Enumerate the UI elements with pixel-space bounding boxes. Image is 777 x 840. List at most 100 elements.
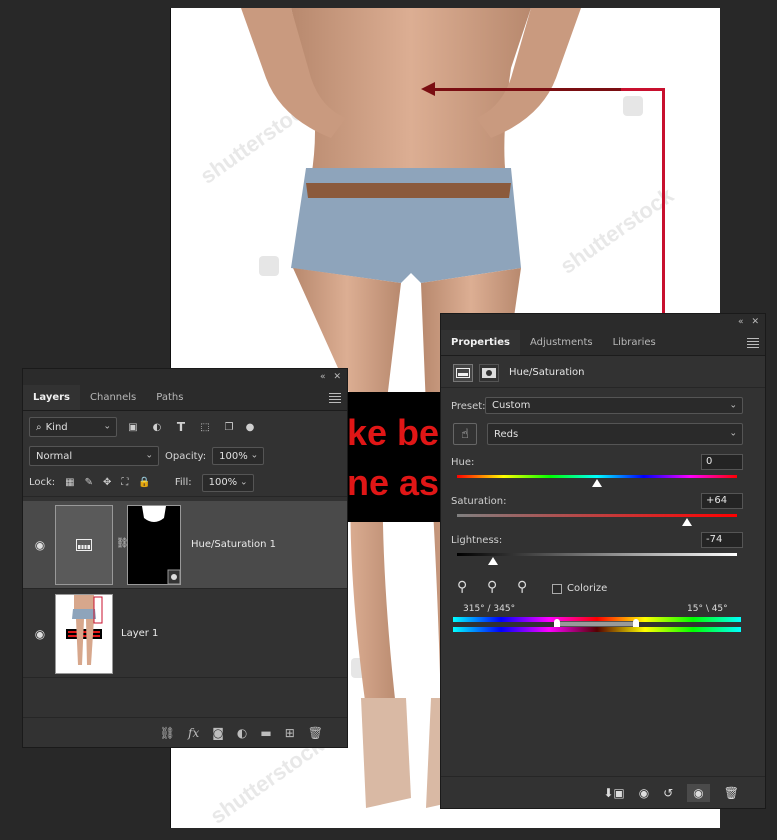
saturation-slider-thumb[interactable] [681, 518, 692, 526]
preset-value: Custom [492, 400, 531, 411]
lightness-value-field[interactable]: -74 [701, 532, 743, 548]
layer-row-hue-saturation[interactable]: ◉ ⛓ Hue/Saturation 1 [23, 501, 347, 589]
eye-icon[interactable]: ◉ [31, 627, 49, 641]
layer-thumbnail[interactable] [55, 594, 113, 674]
hue-saturation-icon [76, 539, 92, 551]
layer-name[interactable]: Layer 1 [121, 628, 158, 639]
eyedropper-icon[interactable]: ⚲ [457, 579, 467, 595]
eye-icon[interactable]: ◉ [31, 538, 49, 552]
range-handle-right[interactable] [633, 619, 639, 627]
lock-transparency-icon[interactable]: ▦ [65, 477, 74, 488]
range-left-value: 315° / 345° [463, 604, 516, 614]
mask-icon[interactable]: ◙ [212, 726, 224, 740]
chevron-down-icon: ⌄ [240, 477, 248, 487]
range-right-value: 15° \ 45° [687, 604, 728, 614]
tab-properties[interactable]: Properties [441, 330, 520, 355]
view-previous-icon[interactable]: ◉ [639, 786, 649, 800]
hue-slider-track[interactable] [457, 475, 737, 478]
lightness-slider-track[interactable] [457, 553, 737, 556]
filter-pixel-icon[interactable]: ▣ [125, 422, 141, 433]
close-icon[interactable]: ✕ [333, 372, 341, 382]
filter-shape-icon[interactable]: ⬚ [197, 422, 213, 433]
chevron-down-icon: ⌄ [103, 421, 111, 432]
lightness-slider-thumb[interactable] [488, 557, 499, 565]
mask-properties-icon[interactable] [479, 363, 499, 382]
lock-label: Lock: [29, 477, 56, 488]
folder-icon[interactable]: ▬ [260, 726, 271, 740]
tab-adjustments[interactable]: Adjustments [520, 330, 603, 355]
visibility-icon[interactable]: ◉ [687, 783, 710, 802]
filter-adjustment-icon[interactable]: ◐ [149, 422, 165, 433]
blend-mode-value: Normal [36, 450, 73, 462]
channel-dropdown[interactable]: Reds ⌄ [487, 423, 743, 445]
properties-panel: « ✕ Properties Adjustments Libraries Hue… [440, 313, 766, 809]
chevron-down-icon: ⌄ [729, 400, 737, 410]
opacity-field[interactable]: 100% ⌄ [212, 447, 265, 465]
filter-toggle-icon[interactable]: ● [245, 422, 255, 433]
new-layer-icon[interactable]: ⊞ [285, 726, 295, 740]
lock-brush-icon[interactable]: ✎ [85, 477, 93, 488]
tab-layers[interactable]: Layers [23, 385, 80, 410]
lock-position-icon[interactable]: ✥ [103, 477, 111, 488]
red-annotation-box [619, 88, 665, 328]
saturation-label: Saturation: [451, 496, 507, 507]
hue-slider-thumb[interactable] [592, 479, 602, 487]
eyedropper-add-icon[interactable]: ⚲ [487, 579, 497, 595]
properties-tabs: Properties Adjustments Libraries [441, 330, 765, 356]
mask-shape [142, 506, 181, 585]
color-bar-output [453, 627, 741, 632]
adjustment-type-icon[interactable] [453, 363, 473, 382]
lightness-label: Lightness: [451, 535, 503, 546]
lock-all-icon[interactable]: 🔒 [138, 477, 150, 488]
tab-channels[interactable]: Channels [80, 385, 146, 410]
panel-menu-icon[interactable] [329, 392, 341, 403]
layers-footer: ⛓ fx ◙ ◐ ▬ ⊞ 🗑 [23, 717, 347, 747]
colorize-checkbox[interactable] [552, 584, 562, 594]
banner-text-line1: ke be [347, 412, 440, 453]
collapse-icon[interactable]: « [320, 372, 326, 382]
filter-smart-object-icon[interactable]: ❐ [221, 422, 237, 433]
reset-icon[interactable]: ↺ [663, 786, 673, 800]
hue-value-field[interactable]: 0 [701, 454, 743, 470]
preset-dropdown[interactable]: Custom ⌄ [485, 397, 743, 414]
adjustment-thumbnail[interactable] [55, 505, 113, 585]
channel-value: Reds [494, 428, 519, 440]
filter-kind-value: Kind [45, 421, 68, 433]
panel-header: « ✕ [23, 369, 347, 385]
filter-type-icon[interactable]: T [173, 420, 189, 434]
adjustment-icon[interactable]: ◐ [237, 726, 247, 740]
panel-header: « ✕ [441, 314, 765, 330]
link-icon[interactable]: ⛓ [160, 726, 175, 740]
panel-menu-icon[interactable] [747, 337, 759, 348]
collapse-icon[interactable]: « [738, 317, 744, 327]
fill-label: Fill: [174, 477, 192, 488]
layer-name[interactable]: Hue/Saturation 1 [191, 539, 276, 550]
blend-mode-dropdown[interactable]: Normal ⌄ [29, 446, 159, 466]
lock-artboard-icon[interactable]: ⛶ [121, 477, 128, 488]
filter-kind-dropdown[interactable]: ⌕ Kind ⌄ [29, 417, 117, 437]
text-banner: ke be ne as [347, 392, 447, 522]
targeted-adjustment-hand-icon[interactable]: ☝ [453, 423, 477, 445]
clip-icon[interactable]: ⬇▣ [603, 786, 624, 800]
fill-value: 100% [208, 477, 238, 488]
colorize-label: Colorize [567, 583, 608, 594]
saturation-slider-track[interactable] [457, 514, 737, 517]
layer-mask-thumbnail[interactable] [127, 505, 181, 585]
saturation-value-field[interactable]: +64 [701, 493, 743, 509]
trash-icon[interactable]: 🗑 [308, 726, 323, 740]
tab-paths[interactable]: Paths [146, 385, 193, 410]
chevron-down-icon: ⌄ [145, 450, 153, 461]
close-icon[interactable]: ✕ [751, 317, 759, 327]
red-annotation-arrow [433, 88, 621, 91]
fill-field[interactable]: 100% ⌄ [201, 473, 254, 492]
layer-row-layer-1[interactable]: ◉ Layer 1 [23, 590, 347, 678]
range-handle-left[interactable] [554, 619, 560, 627]
banner-text-line2: ne as [347, 462, 440, 503]
tab-libraries[interactable]: Libraries [603, 330, 666, 355]
properties-footer: ⬇▣ ◉ ↺ ◉ 🗑 [441, 776, 765, 808]
fx-icon[interactable]: fx [188, 726, 199, 740]
chevron-down-icon: ⌄ [250, 450, 259, 461]
trash-icon[interactable]: 🗑 [724, 786, 739, 800]
arrow-head-icon [421, 82, 435, 96]
eyedropper-subtract-icon[interactable]: ⚲ [517, 579, 527, 595]
